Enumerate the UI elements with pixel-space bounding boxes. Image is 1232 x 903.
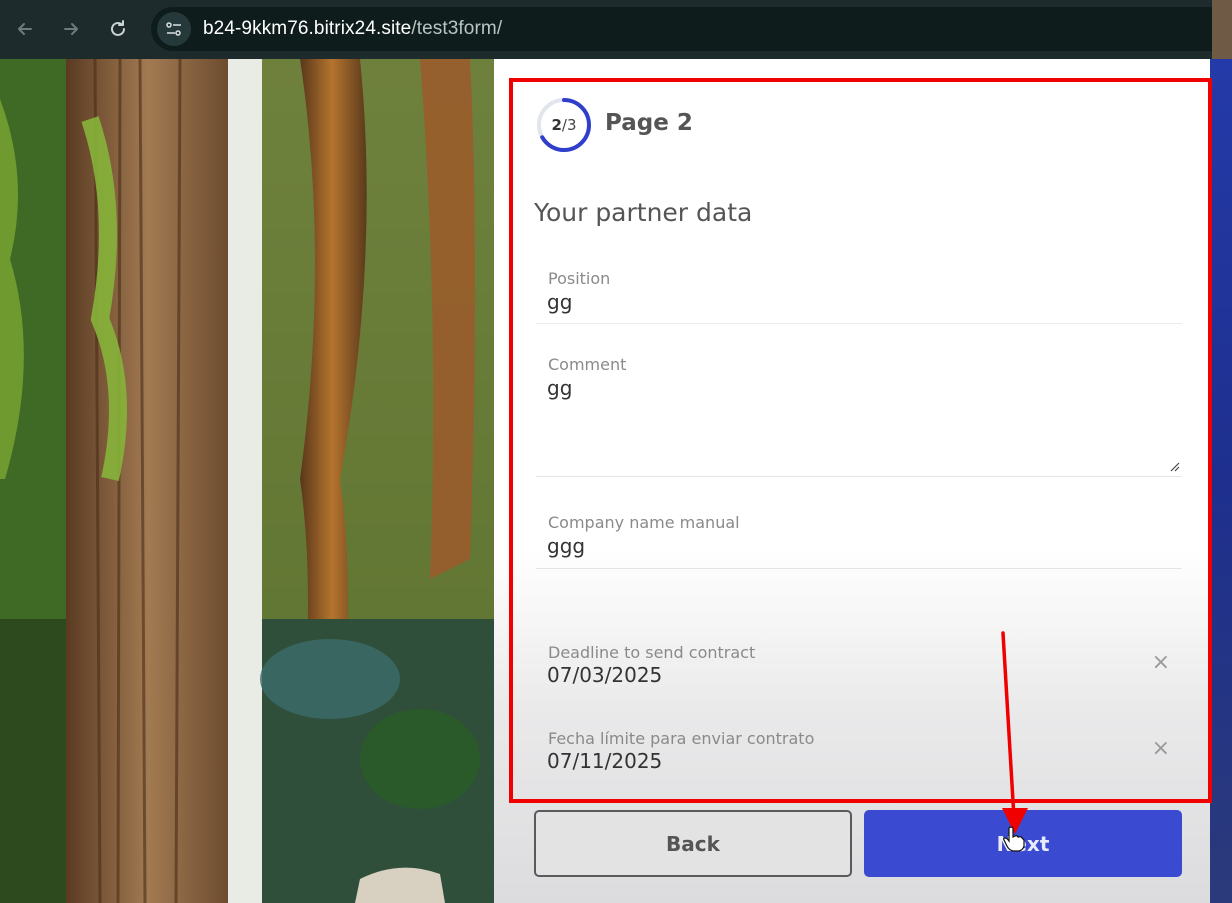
company-name-value[interactable]: ggg <box>547 534 585 558</box>
reload-icon <box>111 20 125 36</box>
forest-background-image <box>0 59 494 903</box>
url-path: /test3form/ <box>411 18 503 39</box>
comment-value[interactable]: gg <box>547 376 572 400</box>
position-field[interactable]: Position gg <box>536 262 1182 324</box>
arrow-left-icon <box>18 23 32 35</box>
deadline-clear-icon[interactable]: × <box>1152 652 1170 674</box>
url-host: b24-9kkm76.bitrix24.site <box>203 18 412 39</box>
fecha-label: Fecha límite para enviar contrato <box>548 729 815 748</box>
background-edge <box>1210 59 1232 903</box>
position-value[interactable]: gg <box>547 290 572 314</box>
comment-label: Comment <box>548 355 627 374</box>
resize-handle-icon[interactable] <box>1168 460 1180 472</box>
fecha-clear-icon[interactable]: × <box>1152 738 1170 760</box>
tune-icon <box>166 22 181 36</box>
address-bar[interactable]: b24-9kkm76.bitrix24.site/test3form/ <box>151 7 1232 51</box>
comment-textarea[interactable]: Comment gg <box>536 348 1182 477</box>
forward-nav-button[interactable] <box>56 14 86 44</box>
progress-current: 2 <box>551 116 562 134</box>
reload-button[interactable] <box>103 14 133 44</box>
deadline-label: Deadline to send contract <box>548 643 756 662</box>
hand-cursor-icon <box>1003 826 1025 852</box>
company-name-label: Company name manual <box>548 513 740 532</box>
page-title: Page 2 <box>605 110 693 136</box>
url-text[interactable]: b24-9kkm76.bitrix24.site/test3form/ <box>203 18 502 40</box>
back-button[interactable]: Back <box>534 810 852 877</box>
back-nav-button[interactable] <box>10 14 40 44</box>
company-name-field[interactable]: Company name manual ggg <box>536 506 1182 569</box>
browser-toolbar: b24-9kkm76.bitrix24.site/test3form/ <box>0 0 1232 59</box>
section-title: Your partner data <box>534 198 753 227</box>
deadline-date-field[interactable]: Deadline to send contract 07/03/2025 × <box>536 636 1182 692</box>
fecha-date-field[interactable]: Fecha límite para enviar contrato 07/11/… <box>536 722 1182 778</box>
progress-total: 3 <box>566 116 577 134</box>
position-label: Position <box>548 269 611 288</box>
site-info-button[interactable] <box>157 12 191 46</box>
deadline-value[interactable]: 07/03/2025 <box>547 663 662 687</box>
progress-indicator: 2/3 <box>536 96 592 154</box>
fecha-value[interactable]: 07/11/2025 <box>547 749 662 773</box>
arrow-right-icon <box>64 23 78 35</box>
